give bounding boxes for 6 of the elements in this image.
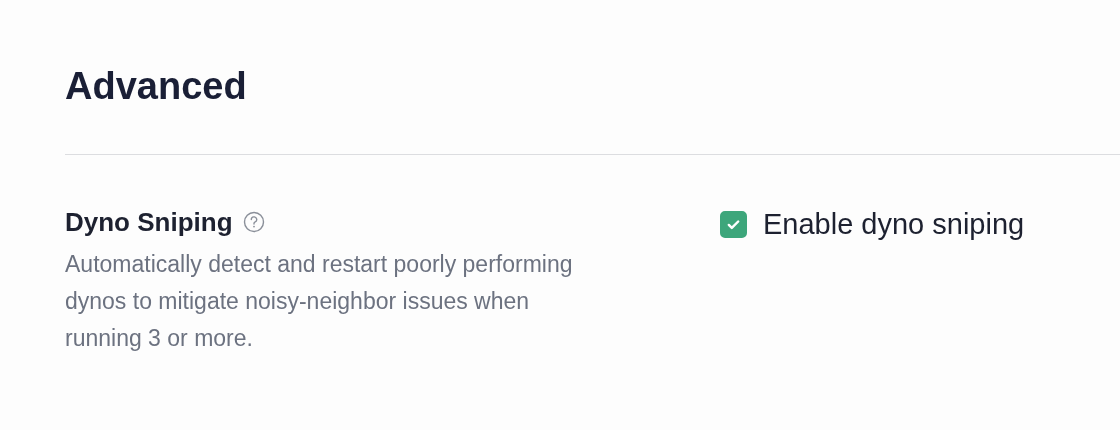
help-icon[interactable] [242,211,265,234]
setting-description: Automatically detect and restart poorly performing dynos to mitigate noisy-neighbor issues when running 3 or more. [65,249,574,353]
checkbox-label[interactable]: Enable dyno sniping [763,202,1025,247]
section-title: Advanced [65,64,248,109]
setting-title: Dyno Sniping [65,205,233,239]
checkbox[interactable] [720,210,747,238]
